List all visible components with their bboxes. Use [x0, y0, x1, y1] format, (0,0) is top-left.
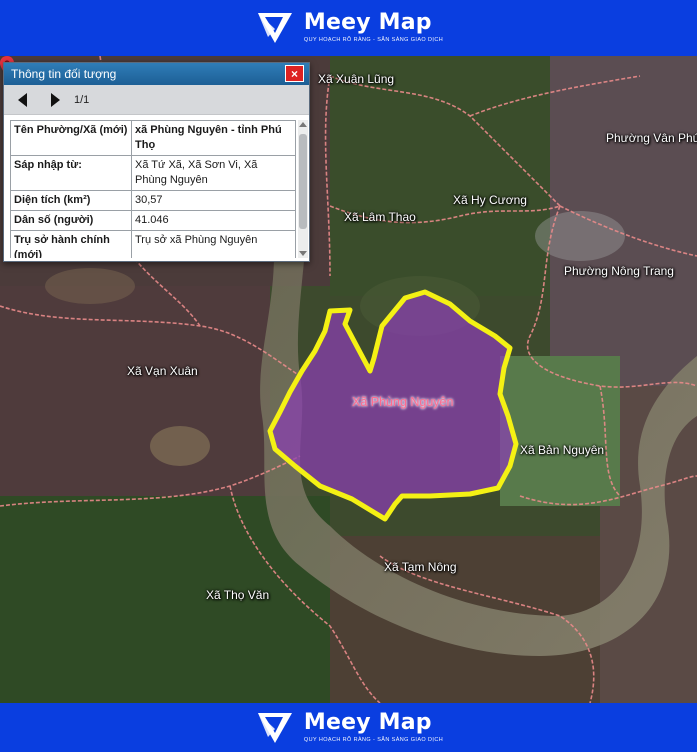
brand-footer: Meey Map QUY HOẠCH RÕ RÀNG - SẴN SÀNG GI… [254, 707, 443, 749]
label-lam-thao: Xã Lâm Thao [344, 210, 416, 224]
bottom-banner: Meey Map QUY HOẠCH RÕ RÀNG - SẴN SÀNG GI… [0, 703, 697, 752]
label-hy-cuong: Xã Hy Cương [453, 193, 527, 207]
row-key: Trụ sở hành chính (mới) [10, 230, 132, 258]
panel-scrollbar[interactable] [298, 120, 308, 258]
label-nong-trang: Phường Nông Trang [564, 264, 674, 278]
row-value: Trụ sở xã Phùng Nguyên [131, 230, 296, 258]
table-row: Sáp nhập từ: Xã Tứ Xã, Xã Sơn Vi, Xã Phù… [10, 155, 296, 191]
row-value: 30,57 [131, 190, 296, 211]
scroll-thumb[interactable] [299, 134, 307, 229]
table-row: Diện tích (km²) 30,57 [10, 190, 296, 211]
info-table-viewport[interactable]: Tên Phường/Xã (mới) xã Phùng Nguyên - tỉ… [10, 120, 296, 258]
next-arrow-icon[interactable] [51, 92, 60, 107]
panel-title: Thông tin đối tượng [11, 67, 117, 81]
table-row: Tên Phường/Xã (mới) xã Phùng Nguyên - tỉ… [10, 120, 296, 156]
object-info-panel: Thông tin đối tượng × 1/1 Tên Phường/Xã … [3, 62, 310, 262]
scroll-down-icon[interactable] [299, 251, 307, 256]
row-key: Tên Phường/Xã (mới) [10, 120, 132, 156]
table-row: Trụ sở hành chính (mới) Trụ sở xã Phùng … [10, 230, 296, 258]
label-tho-van: Xã Thọ Văn [206, 588, 270, 602]
scroll-up-icon[interactable] [299, 122, 307, 127]
row-key: Diện tích (km²) [10, 190, 132, 211]
prev-arrow-icon[interactable] [18, 92, 27, 107]
label-ban-nguyen: Xã Bản Nguyên [520, 443, 605, 457]
label-tam-nong: Xã Tam Nông [384, 560, 457, 574]
label-phung-nguyen: Xã Phùng Nguyên [352, 395, 454, 409]
meey-logo-icon [257, 712, 292, 743]
page-indicator: 1/1 [74, 93, 90, 106]
brand-name: Meey Map [303, 709, 432, 735]
row-value: Xã Tứ Xã, Xã Sơn Vi, Xã Phùng Nguyên [131, 155, 296, 191]
table-row: Dân số (người) 41.046 [10, 210, 296, 231]
brand-name: Meey Map [303, 10, 432, 36]
row-value: xã Phùng Nguyên - tỉnh Phú Thọ [131, 120, 296, 156]
row-key: Sáp nhập từ: [10, 155, 132, 191]
panel-title-bar: Thông tin đối tượng × [4, 63, 309, 85]
pager: 1/1 [4, 85, 309, 115]
info-table: Tên Phường/Xã (mới) xã Phùng Nguyên - tỉ… [10, 120, 296, 258]
label-van-xuan: Xã Vạn Xuân [127, 364, 198, 378]
close-button[interactable]: × [285, 65, 304, 82]
brand-tagline: QUY HOẠCH RÕ RÀNG - SẴN SÀNG GIAO DỊCH [303, 736, 444, 743]
top-banner: Meey Map QUY HOẠCH RÕ RÀNG - SẴN SÀNG GI… [0, 0, 697, 56]
row-key: Dân số (người) [10, 210, 132, 231]
brand: Meey Map QUY HOẠCH RÕ RÀNG - SẴN SÀNG GI… [254, 7, 443, 49]
label-van-phu: Phường Vân Phú [606, 131, 697, 145]
brand-tagline: QUY HOẠCH RÕ RÀNG - SẴN SÀNG GIAO DỊCH [303, 37, 444, 44]
meey-logo-icon [257, 13, 292, 43]
row-value: 41.046 [131, 210, 296, 231]
label-xuan-lung: Xã Xuân Lũng [318, 72, 395, 86]
